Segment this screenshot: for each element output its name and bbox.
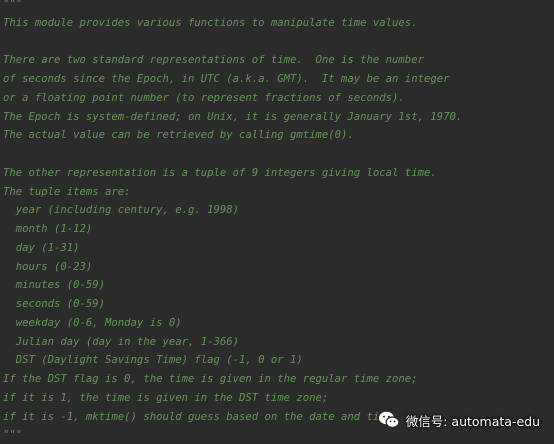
code-line: If the DST flag is 0, the time is given …: [3, 373, 418, 385]
code-line: The Epoch is system-defined; on Unix, it…: [3, 110, 463, 123]
code-line: hours (0-23): [3, 260, 93, 273]
code-line: This module provides various functions t…: [3, 16, 418, 29]
wechat-watermark: 微信号: automata-edu: [378, 409, 540, 431]
code-line: There are two standard representations o…: [3, 54, 424, 67]
code-line: weekday (0-6, Monday is 0): [3, 316, 182, 329]
code-line: DST (Daylight Savings Time) flag (-1, 0 …: [3, 354, 303, 367]
code-line: The other representation is a tuple of 9…: [3, 166, 437, 179]
code-line: day (1-31): [3, 241, 80, 254]
code-line: The tuple items are:: [3, 185, 131, 198]
code-line: seconds (0-59): [3, 298, 106, 310]
code-line: month (1-12): [3, 223, 93, 235]
watermark-text: 微信号: automata-edu: [405, 413, 540, 429]
code-editor[interactable]: """ This module provides various function…: [0, 0, 554, 444]
code-line: or a floating point number (to represent…: [3, 91, 405, 104]
code-line: year (including century, e.g. 1998): [3, 204, 239, 217]
code-line: of seconds since the Epoch, in UTC (a.k.…: [3, 73, 450, 85]
wechat-icon: [378, 411, 400, 428]
code-line: minutes (0-59): [3, 279, 106, 292]
code-line: Julian day (day in the year, 1-366): [3, 335, 239, 348]
code-line: The actual value can be retrieved by cal…: [3, 129, 354, 142]
code-line: """: [3, 0, 23, 10]
docstring-block: """ This module provides various function…: [3, 0, 462, 444]
code-line: if it is 1, the time is given in the DST…: [3, 391, 329, 404]
